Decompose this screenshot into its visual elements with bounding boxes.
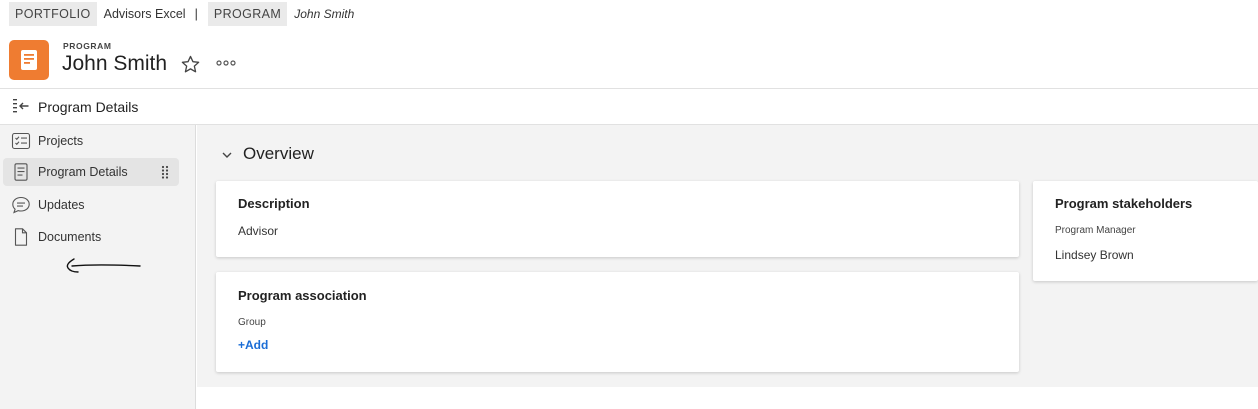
program-stakeholders-title: Program stakeholders: [1055, 196, 1193, 211]
hand-drawn-arrow-annotation: [66, 258, 141, 273]
breadcrumb-portfolio-link[interactable]: Advisors Excel: [104, 7, 186, 21]
overview-heading[interactable]: Overview: [243, 144, 314, 164]
drag-handle-icon[interactable]: [161, 165, 169, 179]
sidebar-item-label: Projects: [38, 134, 84, 148]
section-title: Program Details: [38, 99, 139, 115]
chevron-down-icon[interactable]: [221, 148, 233, 160]
document-lines-icon: [11, 163, 31, 181]
program-document-icon: [9, 40, 49, 80]
sidebar-item-label: Documents: [38, 230, 102, 244]
sidebar-item-label: Program Details: [38, 165, 128, 179]
sidebar-item-updates[interactable]: Updates: [3, 191, 179, 219]
group-label: Group: [238, 317, 266, 328]
collapse-sidebar-icon[interactable]: [12, 98, 30, 114]
sidebar-item-projects[interactable]: Projects: [3, 127, 179, 155]
program-manager-label: Program Manager: [1055, 225, 1136, 236]
page-type-label: PROGRAM: [63, 41, 112, 51]
breadcrumb-portfolio-chip: PORTFOLIO: [9, 1, 97, 26]
description-title: Description: [238, 196, 310, 211]
sidebar-item-label: Updates: [38, 198, 85, 212]
breadcrumb-separator: |: [194, 6, 198, 21]
page-header: PROGRAM John Smith: [9, 38, 1258, 80]
main-content: Overview Description Advisor Program ass…: [197, 125, 1258, 387]
projects-icon: [11, 132, 31, 150]
program-manager-name[interactable]: Lindsey Brown: [1055, 248, 1134, 262]
page-title: John Smith: [62, 52, 168, 75]
breadcrumb-program-chip: PROGRAM: [207, 1, 288, 26]
description-value[interactable]: Advisor: [238, 224, 278, 238]
program-association-card: Program association Group +Add: [216, 272, 1019, 372]
chat-bubble-icon: [11, 196, 31, 214]
more-options-icon[interactable]: [216, 55, 236, 71]
file-icon: [11, 228, 31, 246]
breadcrumb-program-name: John Smith: [294, 6, 355, 21]
program-association-title: Program association: [238, 288, 367, 303]
program-stakeholders-card: Program stakeholders Program Manager Lin…: [1033, 181, 1258, 281]
sidebar-item-documents[interactable]: Documents: [3, 223, 179, 251]
description-card: Description Advisor: [216, 181, 1019, 257]
sidebar: Projects Program Details Updates Documen…: [0, 125, 196, 409]
main-content-footer-area: [197, 387, 1258, 409]
add-group-link[interactable]: +Add: [238, 338, 268, 352]
sidebar-item-program-details[interactable]: Program Details: [3, 158, 179, 186]
breadcrumb: PORTFOLIO Advisors Excel | PROGRAM John …: [9, 0, 354, 27]
star-icon[interactable]: [180, 54, 201, 75]
section-bar: Program Details: [0, 89, 1258, 125]
